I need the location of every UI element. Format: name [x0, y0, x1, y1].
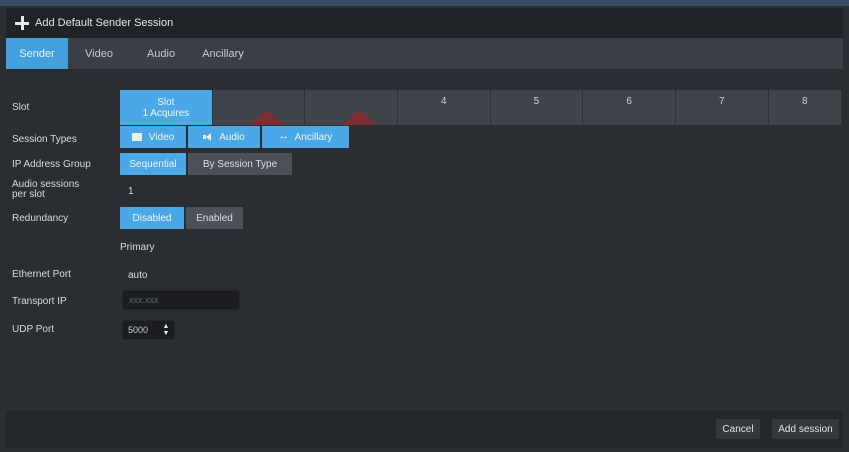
slot-selector: Slot 1 Acquires 4 5 6 7 8 — [120, 90, 843, 125]
primary-header: Primary — [120, 242, 155, 253]
tab-bar: Sender Video Audio Ancillary — [6, 38, 843, 69]
dialog-footer: Cancel Add session — [6, 411, 843, 448]
plus-icon — [15, 16, 29, 30]
slot-6-button[interactable]: 6 — [583, 90, 676, 125]
slot-1-subtitle: 1 Acquires — [142, 107, 190, 119]
session-type-audio-toggle[interactable]: Audio — [188, 126, 260, 148]
stepper-arrows-icon[interactable]: ▲ ▼ — [162, 323, 170, 337]
dialog-title-bar: Add Default Sender Session — [6, 8, 843, 38]
slot-3-marker — [341, 110, 378, 125]
audio-sessions-value[interactable]: 1 — [128, 186, 134, 197]
sender-settings-panel: Slot Slot 1 Acquires 4 5 6 7 8 Session T… — [6, 69, 843, 411]
redundancy-enabled-button[interactable]: Enabled — [186, 207, 243, 229]
speaker-icon — [203, 132, 213, 142]
udp-port-stepper[interactable]: 5000 ▲ ▼ — [122, 320, 175, 340]
ip-group-by-session-type-button[interactable]: By Session Type — [188, 153, 292, 175]
transport-ip-input[interactable]: xxx.xxx — [122, 290, 240, 310]
slot-label: Slot — [12, 102, 30, 113]
ip-address-group-label: IP Address Group — [12, 159, 91, 170]
slot-2-button[interactable] — [212, 90, 306, 125]
video-icon — [131, 133, 142, 141]
slot-2-marker — [248, 110, 285, 125]
arrows-icon: ↔ — [278, 131, 289, 142]
session-type-ancillary-toggle[interactable]: ↔ Ancillary — [262, 126, 349, 148]
slot-7-button[interactable]: 7 — [675, 90, 769, 125]
tab-video[interactable]: Video — [68, 38, 130, 69]
tab-ancillary[interactable]: Ancillary — [192, 38, 254, 69]
transport-ip-label: Transport IP — [12, 296, 67, 307]
tab-sender[interactable]: Sender — [6, 38, 68, 69]
session-type-audio-label: Audio — [219, 131, 245, 143]
udp-port-label: UDP Port — [12, 324, 55, 335]
tab-audio[interactable]: Audio — [130, 38, 192, 69]
slot-5-button[interactable]: 5 — [490, 90, 584, 125]
cancel-button[interactable]: Cancel — [716, 419, 760, 439]
window-top-accent — [0, 0, 849, 6]
session-type-ancillary-label: Ancillary — [294, 131, 333, 143]
audio-sessions-label-line2: per slot — [12, 189, 45, 200]
add-session-button[interactable]: Add session — [772, 419, 839, 439]
dialog-title: Add Default Sender Session — [35, 17, 174, 29]
session-types-label: Session Types — [12, 134, 77, 145]
ethernet-port-label: Ethernet Port — [12, 269, 71, 280]
slot-4-button[interactable]: 4 — [397, 90, 491, 125]
slot-3-button[interactable] — [305, 90, 398, 125]
session-type-video-toggle[interactable]: Video — [120, 126, 186, 148]
ip-group-sequential-button[interactable]: Sequential — [120, 153, 186, 175]
udp-port-value: 5000 — [128, 325, 149, 335]
slot-1-button[interactable]: Slot 1 Acquires — [120, 90, 213, 125]
redundancy-disabled-button[interactable]: Disabled — [120, 207, 184, 229]
redundancy-label: Redundancy — [12, 213, 69, 224]
slot-8-button[interactable]: 8 — [768, 90, 843, 125]
slot-1-title: Slot — [157, 96, 175, 108]
ethernet-port-value[interactable]: auto — [128, 270, 147, 281]
session-type-video-label: Video — [148, 131, 175, 143]
